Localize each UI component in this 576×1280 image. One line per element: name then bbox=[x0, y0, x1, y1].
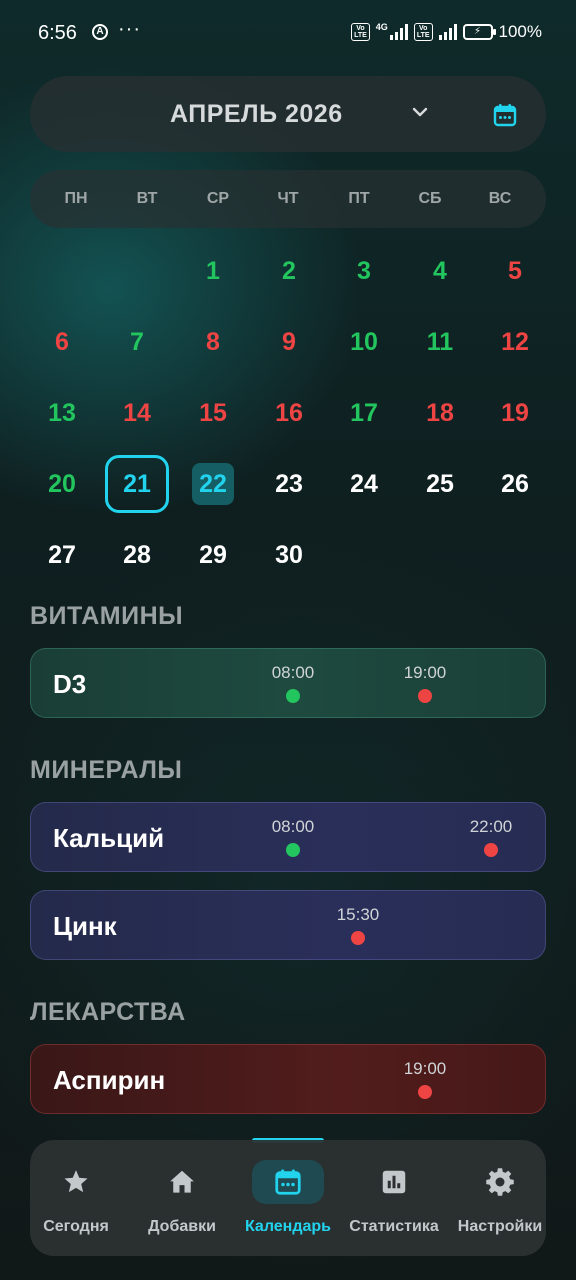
bar-chart-icon bbox=[369, 1160, 419, 1204]
calendar-day[interactable]: 28 bbox=[107, 530, 167, 580]
nav-label: Настройки bbox=[457, 1218, 543, 1235]
dose-time: 19:00 bbox=[403, 663, 447, 682]
weekday-header: ПН ВТ СР ЧТ ПТ СБ ВС bbox=[30, 170, 546, 228]
weekday-label: СР bbox=[206, 190, 230, 207]
dose-time: 22:00 bbox=[469, 817, 513, 836]
signal-icon bbox=[389, 24, 408, 40]
dose-slot[interactable]: 22:00 bbox=[456, 817, 526, 857]
nav-item-calendar[interactable]: Календарь bbox=[235, 1140, 341, 1256]
dose-slot[interactable]: 19:00 bbox=[390, 1059, 460, 1099]
nav-label: Сегодня bbox=[43, 1218, 109, 1235]
dose-slot[interactable]: 08:00 bbox=[258, 663, 328, 703]
calendar-day[interactable]: 23 bbox=[259, 459, 319, 509]
status-indicators: Vo LTE 4G Vo LTE ⚡ 100% bbox=[351, 22, 542, 42]
calendar-day[interactable]: 4 bbox=[410, 246, 470, 296]
weekday-label: ПТ bbox=[348, 190, 370, 207]
calendar-day[interactable]: 1 bbox=[183, 246, 243, 296]
star-icon bbox=[51, 1160, 101, 1204]
calendar-day[interactable]: 12 bbox=[485, 317, 545, 367]
nav-label: Календарь bbox=[244, 1218, 332, 1235]
supplement-name: Цинк bbox=[53, 911, 117, 941]
month-selector[interactable]: АПРЕЛЬ 2026 bbox=[170, 100, 343, 129]
supplement-name: D3 bbox=[53, 669, 87, 699]
gear-icon bbox=[475, 1160, 525, 1204]
section-title-vitamins: ВИТАМИНЫ bbox=[30, 602, 184, 630]
dose-time: 08:00 bbox=[271, 817, 315, 836]
supplement-card-calcium[interactable]: Кальций 08:00 22:00 bbox=[30, 802, 546, 872]
calendar-day[interactable]: 7 bbox=[107, 317, 167, 367]
weekday-label: СБ bbox=[418, 190, 442, 207]
nav-label: Статистика bbox=[349, 1218, 439, 1235]
home-icon bbox=[157, 1160, 207, 1204]
calendar-day[interactable]: 16 bbox=[259, 388, 319, 438]
calendar-day[interactable]: 25 bbox=[410, 459, 470, 509]
calendar-day[interactable]: 3 bbox=[334, 246, 394, 296]
calendar-day[interactable]: 9 bbox=[259, 317, 319, 367]
supplement-card-zinc[interactable]: Цинк 15:30 bbox=[30, 890, 546, 960]
supplement-name: Кальций bbox=[53, 823, 165, 853]
volte-icon-2: Vo LTE bbox=[413, 23, 433, 41]
calendar-day[interactable]: 29 bbox=[183, 530, 243, 580]
weekday-label: ВТ bbox=[136, 190, 158, 207]
section-title-medicines: ЛЕКАРСТВА bbox=[30, 998, 186, 1026]
calendar-icon bbox=[252, 1160, 324, 1204]
calendar-day[interactable]: 11 bbox=[410, 317, 470, 367]
calendar-day[interactable]: 27 bbox=[32, 530, 92, 580]
calendar-day[interactable]: 13 bbox=[32, 388, 92, 438]
calendar-day[interactable]: 17 bbox=[334, 388, 394, 438]
calendar-day[interactable]: 6 bbox=[32, 317, 92, 367]
nav-item-statistics[interactable]: Статистика bbox=[341, 1140, 447, 1256]
calendar-day[interactable]: 2 bbox=[259, 246, 319, 296]
dose-slot[interactable]: 19:00 bbox=[390, 663, 460, 703]
dose-status-dot bbox=[418, 1085, 432, 1099]
calendar-day-selected[interactable]: 21 bbox=[105, 455, 169, 513]
signal-icon-2 bbox=[438, 24, 457, 40]
vpn-icon: A bbox=[92, 24, 108, 40]
calendar-day[interactable]: 24 bbox=[334, 459, 394, 509]
supplement-card-d3[interactable]: D3 08:00 19:00 bbox=[30, 648, 546, 718]
calendar-day[interactable]: 26 bbox=[485, 459, 545, 509]
nav-item-supplements[interactable]: Добавки bbox=[129, 1140, 235, 1256]
calendar-day[interactable]: 30 bbox=[259, 530, 319, 580]
calendar-day[interactable]: 18 bbox=[410, 388, 470, 438]
nav-item-settings[interactable]: Настройки bbox=[447, 1140, 553, 1256]
calendar-day[interactable]: 10 bbox=[334, 317, 394, 367]
status-time: 6:56 bbox=[38, 22, 77, 44]
supplement-name: Аспирин bbox=[53, 1065, 166, 1095]
dose-time: 08:00 bbox=[271, 663, 315, 682]
battery-icon: ⚡ bbox=[462, 24, 496, 40]
weekday-label: ЧТ bbox=[277, 190, 299, 207]
calendar-day[interactable]: 14 bbox=[107, 388, 167, 438]
calendar-icon[interactable] bbox=[492, 102, 518, 128]
network-type: 4G bbox=[375, 22, 388, 32]
nav-item-today[interactable]: Сегодня bbox=[23, 1140, 129, 1256]
dose-time: 19:00 bbox=[403, 1059, 447, 1078]
dose-slot[interactable]: 08:00 bbox=[258, 817, 328, 857]
weekday-label: ПН bbox=[64, 190, 88, 207]
calendar-day[interactable]: 19 bbox=[485, 388, 545, 438]
dose-slot[interactable]: 15:30 bbox=[323, 905, 393, 945]
calendar-day[interactable]: 15 bbox=[183, 388, 243, 438]
calendar-day[interactable]: 20 bbox=[32, 459, 92, 509]
status-bar: 6:56 A ··· Vo LTE 4G Vo LTE ⚡ 100% bbox=[0, 0, 576, 70]
month-header: АПРЕЛЬ 2026 bbox=[30, 76, 546, 152]
bottom-navigation: Сегодня Добавки Календарь Статистика Нас… bbox=[30, 1140, 546, 1256]
dose-time: 15:30 bbox=[336, 905, 380, 924]
more-notifications-icon: ··· bbox=[118, 18, 141, 40]
volte-icon: Vo LTE bbox=[351, 23, 370, 41]
calendar-day-today[interactable]: 22 bbox=[192, 463, 234, 505]
dose-status-dot bbox=[286, 689, 300, 703]
dose-status-dot bbox=[286, 843, 300, 857]
dose-status-dot bbox=[418, 689, 432, 703]
calendar-day[interactable]: 8 bbox=[183, 317, 243, 367]
calendar-day[interactable]: 5 bbox=[485, 246, 545, 296]
section-title-minerals: МИНЕРАЛЫ bbox=[30, 756, 183, 784]
dose-status-dot bbox=[351, 931, 365, 945]
chevron-down-icon[interactable] bbox=[410, 102, 430, 122]
battery-percent: 100% bbox=[498, 22, 542, 41]
supplement-card-aspirin[interactable]: Аспирин 19:00 bbox=[30, 1044, 546, 1114]
dose-status-dot bbox=[484, 843, 498, 857]
weekday-label: ВС bbox=[488, 190, 512, 207]
nav-label: Добавки bbox=[148, 1218, 216, 1235]
